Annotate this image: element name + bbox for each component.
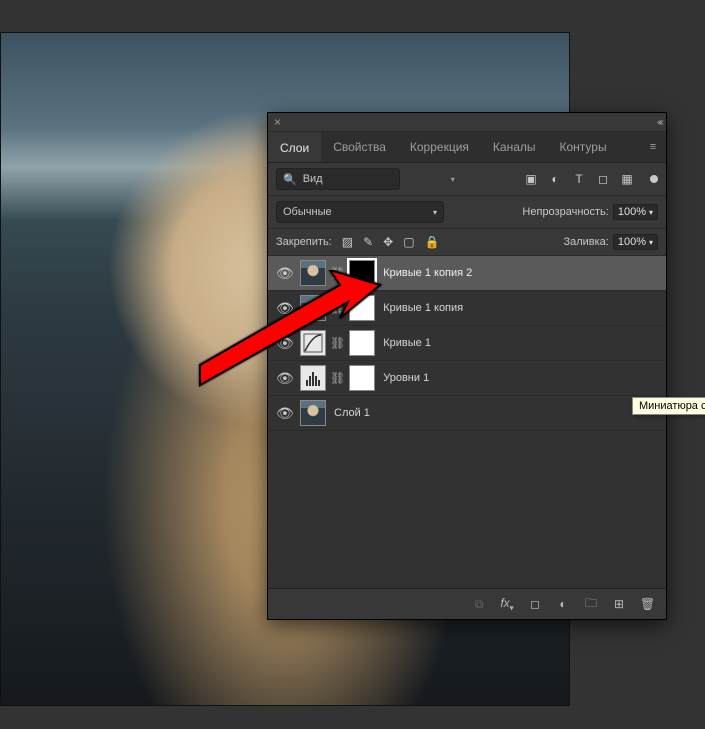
panel-tabs: Слои Свойства Коррекция Каналы Контуры ≡ (268, 132, 666, 163)
layer-name-label[interactable]: Уровни 1 (383, 372, 429, 384)
delete-layer-icon[interactable]: 🗑 (640, 597, 654, 611)
layer-thumbnail[interactable] (300, 260, 326, 286)
panel-collapse-icon[interactable]: «« (657, 117, 660, 128)
lock-pixels-icon[interactable]: ✎ (363, 235, 373, 249)
mask-link-icon[interactable]: ⛓ (330, 336, 345, 350)
filter-pixel-icon[interactable]: ▣ (524, 172, 538, 186)
layer-row[interactable]: 👁 ⛓ Кривые 1 (268, 326, 666, 361)
mask-link-icon[interactable]: ⛓ (330, 371, 345, 385)
blend-row: Обычные ▾ Непрозрачность: 100% ▾ (268, 196, 666, 229)
layer-mask-thumbnail[interactable] (349, 260, 375, 286)
layer-thumbnails: ⛓ (300, 260, 375, 286)
layer-row[interactable]: 👁 Слой 1 (268, 396, 666, 431)
tab-label: Свойства (333, 140, 386, 154)
tab-properties[interactable]: Свойства (321, 132, 398, 162)
lock-artboard-icon[interactable]: ▢ (403, 235, 414, 249)
lock-label: Закрепить: (276, 236, 332, 248)
link-layers-icon[interactable]: ⧉ (472, 597, 486, 612)
layer-row[interactable]: 👁 ⛓ Кривые 1 копия 2 (268, 256, 666, 291)
layer-thumbnails: ⛓ (300, 330, 375, 356)
chevron-down-icon: ▾ (433, 208, 437, 217)
filter-toolbar: 🔍 ▾ ▣ ◐ T ◻ ▦ (268, 163, 666, 196)
chevron-down-icon: ▾ (649, 238, 653, 247)
layer-name-label[interactable]: Кривые 1 копия 2 (383, 267, 472, 279)
opacity-value: 100% (618, 206, 646, 218)
tab-label: Контуры (560, 140, 607, 154)
fill-label: Заливка: (563, 236, 608, 248)
lock-position-icon[interactable]: ✥ (383, 235, 393, 249)
panel-close-icon[interactable]: × (274, 115, 281, 129)
lock-transparency-icon[interactable]: ▨ (342, 235, 353, 249)
layer-row[interactable]: 👁 ⛓ Кривые 1 копия (268, 291, 666, 326)
lock-all-icon[interactable]: 🔒 (425, 235, 440, 249)
add-mask-icon[interactable]: ◻ (528, 597, 542, 611)
layer-thumbnails (300, 400, 326, 426)
layer-name-label[interactable]: Кривые 1 копия (383, 302, 463, 314)
tab-paths[interactable]: Контуры (548, 132, 619, 162)
curves-adjustment-icon[interactable] (300, 330, 326, 356)
layer-row[interactable]: 👁 ⛓ Уровни 1 (268, 361, 666, 396)
tab-layers[interactable]: Слои (268, 132, 321, 162)
tooltip-text: Миниатюра слой-маски (639, 400, 705, 412)
visibility-eye-icon[interactable]: 👁 (276, 370, 292, 387)
filter-smart-icon[interactable]: ▦ (620, 172, 634, 186)
filter-input[interactable] (301, 172, 447, 186)
fill-input[interactable]: 100% ▾ (613, 234, 658, 250)
levels-adjustment-icon[interactable] (300, 365, 326, 391)
tab-adjustments[interactable]: Коррекция (398, 132, 481, 162)
layer-filter-dropdown[interactable]: 🔍 ▾ (276, 168, 400, 190)
layer-thumbnail[interactable] (300, 295, 326, 321)
opacity-label: Непрозрачность: (522, 206, 608, 218)
blend-mode-dropdown[interactable]: Обычные ▾ (276, 201, 444, 223)
mask-link-icon[interactable]: ⛓ (330, 266, 345, 280)
mask-link-icon[interactable]: ⛓ (330, 301, 345, 315)
chevron-down-icon: ▾ (451, 175, 455, 184)
fill-value: 100% (618, 236, 646, 248)
layer-thumbnail[interactable] (300, 400, 326, 426)
tab-label: Коррекция (410, 140, 469, 154)
tab-channels[interactable]: Каналы (481, 132, 548, 162)
fx-icon[interactable]: fx▾ (500, 596, 514, 612)
visibility-eye-icon[interactable]: 👁 (276, 265, 292, 282)
layer-mask-thumbnail[interactable] (349, 330, 375, 356)
panel-menu-icon[interactable]: ≡ (640, 132, 666, 162)
blend-mode-value: Обычные (283, 206, 332, 218)
opacity-input[interactable]: 100% ▾ (613, 204, 658, 220)
layer-mask-thumbnail[interactable] (349, 365, 375, 391)
search-icon: 🔍 (283, 173, 297, 186)
layer-name-label[interactable]: Слой 1 (334, 407, 370, 419)
filter-type-icon[interactable]: T (572, 172, 586, 186)
tab-label: Слои (280, 141, 309, 155)
canvas-area: × «« Слои Свойства Коррекция Каналы Конт… (0, 0, 705, 729)
new-layer-icon[interactable]: ⊞ (612, 597, 626, 611)
panel-titlebar: × «« (268, 113, 666, 132)
filter-shape-icon[interactable]: ◻ (596, 172, 610, 186)
visibility-eye-icon[interactable]: 👁 (276, 405, 292, 422)
layer-mask-thumbnail[interactable] (349, 295, 375, 321)
layers-panel: × «« Слои Свойства Коррекция Каналы Конт… (267, 112, 667, 620)
layer-thumbnails: ⛓ (300, 365, 375, 391)
mask-thumbnail-tooltip: Миниатюра слой-маски (632, 397, 705, 415)
visibility-eye-icon[interactable]: 👁 (276, 300, 292, 317)
layer-thumbnails: ⛓ (300, 295, 375, 321)
lock-row: Закрепить: ▨ ✎ ✥ ▢ 🔒 Заливка: 100% ▾ (268, 229, 666, 256)
filter-adjust-icon[interactable]: ◐ (548, 172, 562, 186)
visibility-eye-icon[interactable]: 👁 (276, 335, 292, 352)
layer-name-label[interactable]: Кривые 1 (383, 337, 431, 349)
layers-list: 👁 ⛓ Кривые 1 копия 2 👁 ⛓ Кривые 1 копия 👁 ⛓ Крив… (268, 256, 666, 588)
add-adjustment-icon[interactable]: ◐ (556, 597, 570, 611)
layers-bottom-bar: ⧉ fx▾ ◻ ◐ 🗀 ⊞ 🗑 (268, 588, 666, 619)
tab-label: Каналы (493, 140, 536, 154)
filter-toggle[interactable] (650, 175, 658, 183)
new-group-icon[interactable]: 🗀 (584, 594, 598, 615)
chevron-down-icon: ▾ (649, 208, 653, 217)
